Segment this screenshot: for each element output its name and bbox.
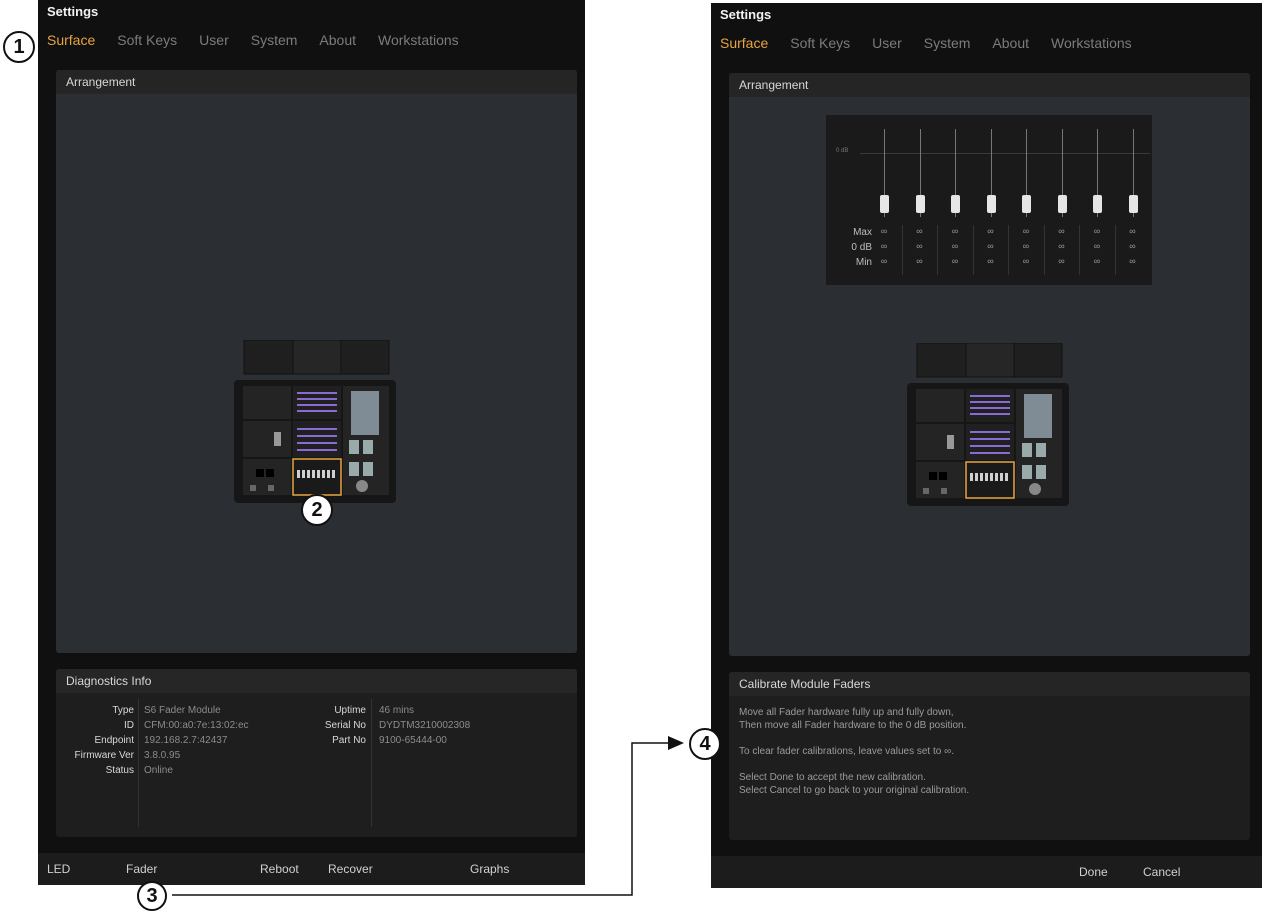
connector-arrow xyxy=(172,736,684,896)
